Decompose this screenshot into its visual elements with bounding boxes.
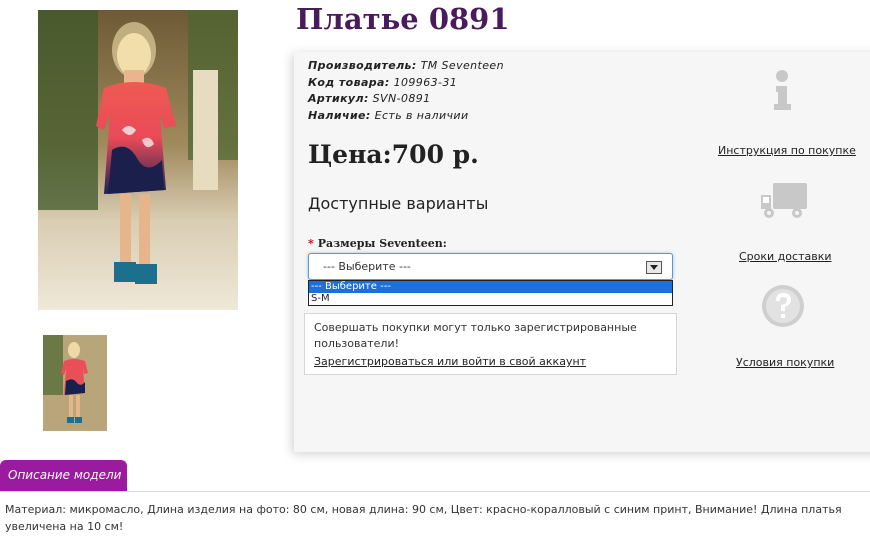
size-select[interactable]: --- Выберите --- — [308, 253, 673, 280]
product-thumbnail[interactable] — [43, 335, 107, 431]
registration-notice-text: Совершать покупки могут только зарегистр… — [314, 321, 637, 350]
manufacturer-label: Производитель: — [308, 59, 417, 72]
purchase-terms-link[interactable]: Условия покупки — [736, 356, 834, 369]
product-main-photo[interactable] — [38, 10, 238, 310]
delivery-terms-link[interactable]: Сроки доставки — [739, 250, 832, 263]
article-row: Артикул: SVN-0891 — [308, 91, 504, 108]
size-option-s-m[interactable]: S-M — [309, 293, 672, 305]
register-login-link[interactable]: Зарегистрироваться или войти в свой акка… — [314, 355, 586, 368]
availability-value: Есть в наличии — [374, 108, 469, 122]
registration-notice: Совершать покупки могут только зарегистр… — [304, 313, 677, 375]
size-dropdown-list[interactable]: --- Выберите --- S-M — [308, 280, 673, 306]
instruction-link[interactable]: Инструкция по покупке — [718, 144, 856, 157]
product-code-label: Код товара: — [308, 75, 390, 89]
page-title: Платье 0891 — [296, 2, 510, 36]
product-meta: Производитель: TM Seventeen Код товара: … — [308, 58, 504, 124]
size-label-text: Размеры Seventeen: — [317, 237, 447, 250]
article-value: SVN-0891 — [372, 92, 431, 105]
article-label: Артикул: — [308, 92, 369, 105]
size-label: * Размеры Seventeen: — [308, 237, 447, 250]
required-mark: * — [308, 237, 314, 250]
tab-divider — [0, 491, 870, 492]
availability-label: Наличие: — [308, 108, 371, 122]
size-select-value: --- Выберите --- — [323, 260, 411, 273]
availability-row: Наличие: Есть в наличии — [308, 108, 504, 125]
info-icon — [771, 68, 793, 112]
variants-heading: Доступные варианты — [308, 194, 489, 213]
tab-model-description[interactable]: Описание модели — [0, 460, 127, 492]
product-code-value: 109963-31 — [393, 75, 458, 89]
delivery-truck-icon — [759, 181, 809, 221]
manufacturer-row: Производитель: TM Seventeen — [308, 58, 504, 75]
chevron-down-icon[interactable] — [646, 261, 662, 274]
price: Цена:700 р. — [308, 140, 479, 169]
question-icon — [760, 283, 806, 329]
manufacturer-value: TM Seventeen — [420, 59, 504, 72]
product-code-row: Код товара: 109963-31 — [308, 75, 504, 92]
model-description-text: Материал: микромасло, Длина изделия на ф… — [5, 503, 842, 533]
size-option-placeholder[interactable]: --- Выберите --- — [309, 281, 672, 293]
